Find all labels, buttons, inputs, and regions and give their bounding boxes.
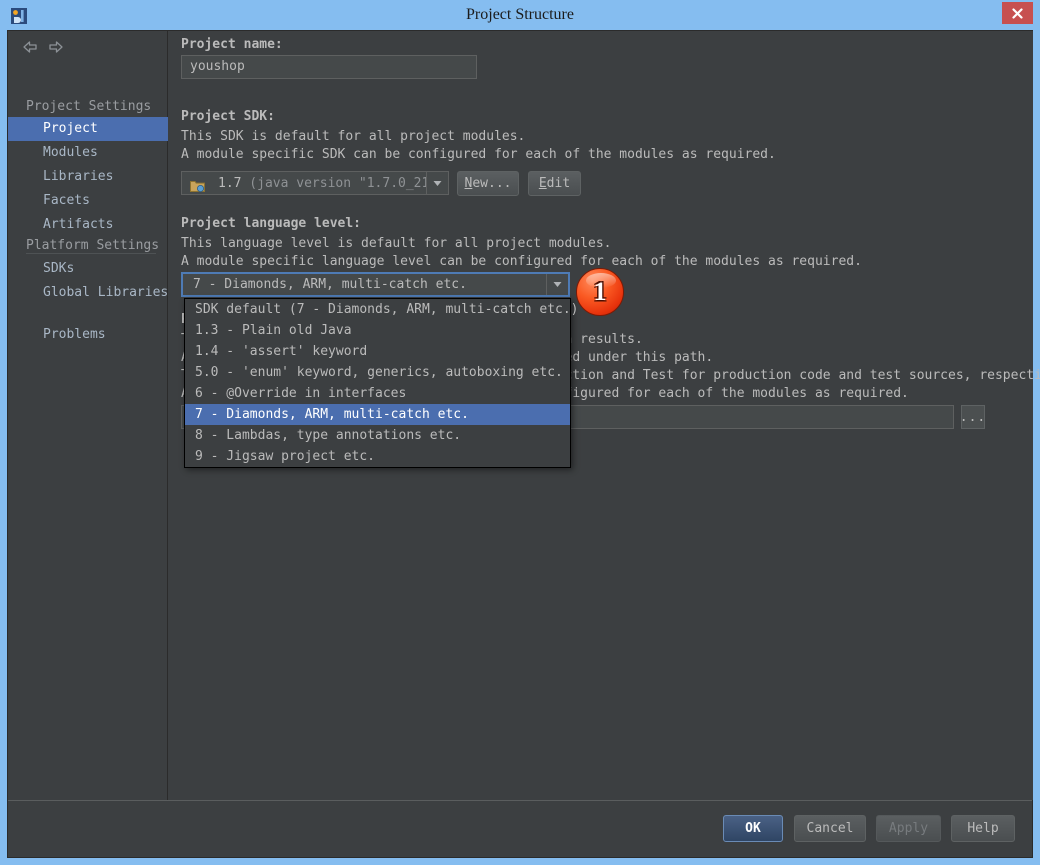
arrow-left-icon[interactable]	[20, 37, 40, 57]
dropdown-item-5-0[interactable]: 5.0 - 'enum' keyword, generics, autoboxi…	[185, 362, 570, 383]
sidebar-group-project-settings: Project Settings	[8, 95, 168, 119]
folder-jdk-icon	[190, 177, 205, 190]
dropdown-item-9[interactable]: 9 - Jigsaw project etc.	[185, 446, 570, 467]
new-button-mnemonic: N	[465, 176, 473, 191]
sidebar-item-problems[interactable]: Problems	[8, 323, 168, 347]
project-name-input[interactable]: youshop	[181, 55, 477, 79]
dialog-footer: OK Cancel Apply Help	[8, 801, 1032, 857]
annotation-badge-1: 1	[576, 268, 624, 316]
sdk-description-line-2: A module specific SDK can be configured …	[181, 147, 776, 162]
project-sdk-combo[interactable]: 1.7 (java version "1.7.0_21")	[181, 171, 449, 195]
chevron-down-icon[interactable]	[426, 172, 448, 194]
dropdown-item-1-4[interactable]: 1.4 - 'assert' keyword	[185, 341, 570, 362]
sdk-description-line-1: This SDK is default for all project modu…	[181, 129, 525, 144]
settings-sidebar: Project Settings Platform Settings Proje…	[8, 31, 168, 800]
dropdown-item-sdk-default[interactable]: SDK default (7 - Diamonds, ARM, multi-ca…	[185, 299, 570, 320]
project-name-label: Project name:	[181, 37, 283, 52]
language-level-label: Project language level:	[181, 216, 361, 231]
apply-button: Apply	[876, 815, 941, 842]
language-level-description-line-1: This language level is default for all p…	[181, 236, 611, 251]
navigation-arrows	[18, 37, 78, 59]
sidebar-item-facets[interactable]: Facets	[8, 189, 168, 213]
sidebar-item-artifacts[interactable]: Artifacts	[8, 213, 168, 237]
edit-button-mnemonic: E	[539, 176, 547, 191]
title-bar: Project Structure	[0, 0, 1040, 30]
sidebar-item-sdks[interactable]: SDKs	[8, 257, 168, 281]
dropdown-item-6[interactable]: 6 - @Override in interfaces	[185, 383, 570, 404]
sdk-version: 1.7	[218, 176, 241, 191]
dropdown-item-1-3[interactable]: 1.3 - Plain old Java	[185, 320, 570, 341]
project-sdk-label: Project SDK:	[181, 109, 275, 124]
new-sdk-button[interactable]: New...	[457, 171, 519, 196]
sidebar-item-global-libraries[interactable]: Global Libraries	[8, 281, 168, 305]
dropdown-item-8[interactable]: 8 - Lambdas, type annotations etc.	[185, 425, 570, 446]
sdk-java-version: (java version "1.7.0_21")	[241, 176, 426, 191]
language-level-combo[interactable]: 7 - Diamonds, ARM, multi-catch etc.	[181, 272, 570, 297]
sidebar-group-platform-settings: Platform Settings	[8, 234, 168, 258]
dialog-body: Project Settings Platform Settings Proje…	[7, 30, 1033, 858]
help-button[interactable]: Help	[951, 815, 1015, 842]
chevron-down-icon[interactable]	[546, 274, 568, 295]
language-level-value: 7 - Diamonds, ARM, multi-catch etc.	[183, 277, 546, 292]
edit-sdk-button[interactable]: Edit	[528, 171, 581, 196]
sidebar-item-libraries[interactable]: Libraries	[8, 165, 168, 189]
ok-button[interactable]: OK	[723, 815, 783, 842]
language-level-dropdown[interactable]: SDK default (7 - Diamonds, ARM, multi-ca…	[184, 298, 571, 468]
ellipsis-icon[interactable]: ...	[961, 405, 985, 429]
arrow-right-icon[interactable]	[46, 37, 66, 57]
annotation-badge-number: 1	[594, 279, 607, 305]
sidebar-item-modules[interactable]: Modules	[8, 141, 168, 165]
cancel-button[interactable]: Cancel	[794, 815, 866, 842]
close-icon[interactable]	[1002, 2, 1033, 24]
sidebar-divider	[26, 253, 156, 254]
project-sdk-value: 1.7 (java version "1.7.0_21")	[208, 176, 426, 191]
language-level-description-line-2: A module specific language level can be …	[181, 254, 862, 269]
edit-button-label: dit	[547, 176, 570, 191]
project-structure-window: Project Structure	[0, 0, 1040, 865]
window-title: Project Structure	[0, 0, 1040, 30]
dropdown-item-7[interactable]: 7 - Diamonds, ARM, multi-catch etc.	[185, 404, 570, 425]
new-button-label: ew...	[472, 176, 511, 191]
sidebar-item-project[interactable]: Project	[8, 117, 168, 141]
